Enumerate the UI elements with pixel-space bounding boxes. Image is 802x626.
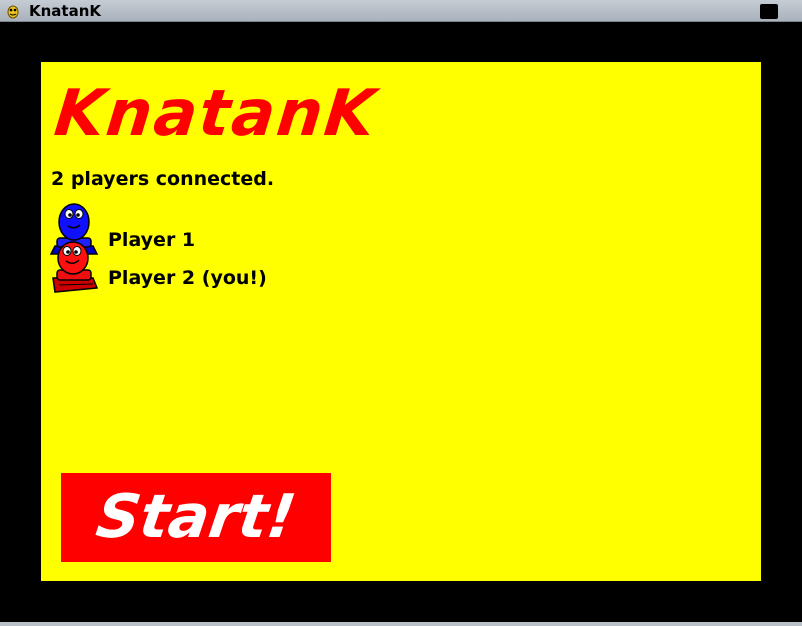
connection-status: 2 players connected. bbox=[51, 168, 275, 190]
window-close-button[interactable] bbox=[760, 4, 778, 19]
window-bottom-border bbox=[0, 622, 802, 626]
player-name: Player 2 (you!) bbox=[108, 267, 267, 289]
player-list-item: Player 2 (you!) bbox=[49, 240, 449, 293]
title-bar[interactable]: KnatanK bbox=[0, 0, 802, 22]
start-button[interactable]: Start! bbox=[61, 473, 331, 562]
window-title: KnatanK bbox=[29, 2, 102, 20]
start-button-label: Start! bbox=[92, 482, 301, 552]
lobby-panel: KnatanK 2 players connected. Player 1 Pl… bbox=[41, 62, 761, 581]
game-logo: KnatanK bbox=[51, 77, 381, 151]
player-list-item: Player 1 bbox=[49, 202, 449, 255]
game-window: KnatanK KnatanK 2 players connected. Pla… bbox=[0, 0, 802, 626]
red-tank-creature-icon bbox=[52, 241, 99, 293]
pygame-snake-icon bbox=[7, 5, 19, 19]
